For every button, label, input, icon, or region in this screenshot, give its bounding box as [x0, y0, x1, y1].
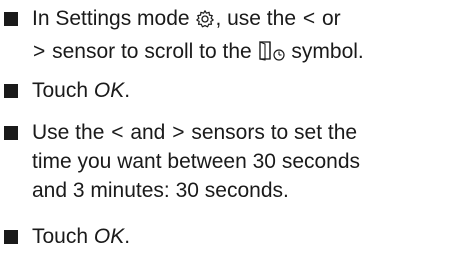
- gear-icon: [195, 8, 215, 37]
- instruction-step: In Settings mode , use the < or > sensor…: [4, 4, 466, 64]
- less-than-sensor-symbol: <: [111, 121, 124, 144]
- instruction-line: time you want between 30 seconds: [32, 150, 361, 173]
- instruction-text: Touch OK.: [32, 222, 462, 251]
- instruction-line: and 3 minutes: 30 seconds.: [32, 179, 289, 202]
- instruction-line: Touch OK.: [32, 79, 131, 102]
- instruction-text: Touch OK.: [32, 76, 462, 105]
- instruction-step: Touch OK.: [4, 222, 466, 252]
- instruction-line: In Settings mode , use the < or: [32, 4, 462, 37]
- square-bullet-icon: [4, 84, 18, 98]
- less-than-sensor-symbol: <: [302, 7, 316, 30]
- instruction-step: Touch OK.: [4, 76, 466, 106]
- ok-button-label: OK: [93, 225, 125, 248]
- instruction-text: Use the < and > sensors to set the time …: [32, 118, 462, 205]
- square-bullet-icon: [4, 230, 18, 244]
- instruction-text: In Settings mode , use the < or > sensor…: [32, 4, 462, 70]
- instruction-line: Use the < and > sensors to set the: [32, 121, 358, 144]
- instruction-step: Use the < and > sensors to set the time …: [4, 118, 466, 208]
- square-bullet-icon: [4, 12, 18, 26]
- instruction-line: > sensor to scroll to the symbol.: [32, 37, 462, 70]
- ok-button-label: OK: [93, 79, 125, 102]
- greater-than-sensor-symbol: >: [172, 121, 185, 144]
- instruction-line: Touch OK.: [32, 225, 131, 248]
- door-timer-icon: [258, 40, 286, 70]
- square-bullet-icon: [4, 126, 18, 140]
- greater-than-sensor-symbol: >: [33, 40, 46, 63]
- instruction-list: In Settings mode , use the < or > sensor…: [0, 0, 466, 268]
